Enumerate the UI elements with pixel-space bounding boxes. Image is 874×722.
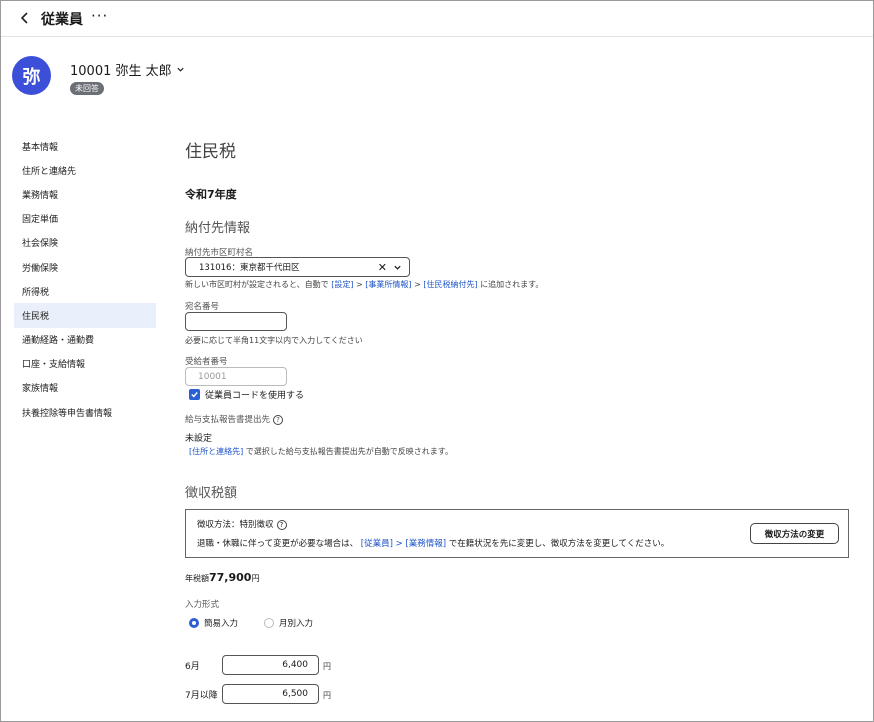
report-destination-label: 給与支払報告書提出先?	[185, 413, 284, 425]
sidebar-item-bank-payment[interactable]: 口座・支給情報	[14, 352, 156, 376]
section-title: 住民税	[185, 142, 236, 162]
resident-tax-dest-link[interactable]: [住民税納付先]	[423, 280, 477, 289]
report-note-text: で選択した給与支払報告書提出先が自動で反映されます。	[245, 447, 453, 456]
july-onward-unit: 円	[323, 691, 331, 700]
radio-monthly-input[interactable]: 月別入力	[264, 617, 313, 629]
collection-method-text: 徴収方法：特別徴収	[197, 520, 274, 530]
use-employee-code-label[interactable]: 従業員コードを使用する	[205, 388, 304, 401]
settings-link[interactable]: [設定]	[331, 280, 353, 289]
address-contact-link[interactable]: [住所と連絡先]	[189, 447, 243, 456]
june-label: 6月	[185, 662, 200, 672]
method-note-text: で在籍状況を先に変更し、徴収方法を変更してください。	[448, 539, 670, 549]
sidebar-item-social-insurance[interactable]: 社会保険	[14, 231, 156, 255]
sidebar-item-address-contact[interactable]: 住所と連絡先	[14, 158, 156, 182]
payee-heading: 納付先情報	[185, 221, 251, 236]
tax-heading: 徴収税額	[185, 486, 238, 501]
radio-monthly-label: 月別入力	[279, 619, 314, 629]
fiscal-year: 令和7年度	[185, 188, 237, 201]
sidebar-item-work-info[interactable]: 業務情報	[14, 182, 156, 206]
note-text: に追加されます。	[480, 280, 544, 289]
addressee-number-input[interactable]	[185, 312, 287, 331]
chevron-left-icon[interactable]	[17, 10, 33, 26]
sidebar-item-family[interactable]: 家族情報	[14, 376, 156, 400]
note-separator: >	[414, 280, 421, 289]
municipality-value: 131016：東京都千代田区	[199, 263, 300, 273]
method-separator: >	[395, 539, 403, 549]
radio-simple-input[interactable]: 簡易入力	[189, 617, 238, 629]
work-info-link[interactable]: [業務情報]	[405, 539, 446, 549]
employee-link[interactable]: [従業員]	[361, 539, 393, 549]
annual-tax-label: 年税額	[185, 574, 209, 583]
report-destination-note: [住所と連絡先] で選択した給与支払報告書提出先が自動で反映されます。	[189, 446, 453, 457]
sidebar-item-labor-insurance[interactable]: 労働保険	[14, 255, 156, 279]
radio-selected-icon[interactable]	[189, 618, 199, 628]
municipality-select[interactable]: 131016：東京都千代田区 ✕	[185, 257, 410, 277]
addressee-number-hint: 必要に応じて半角11文字以内で入力してください	[185, 336, 363, 345]
june-amount-input[interactable]: 6,400	[222, 655, 319, 675]
recipient-number-label: 受給者番号	[185, 357, 228, 367]
municipality-note: 新しい市区町村が設定されると、自動で [設定] > [事業所情報] > [住民税…	[185, 279, 543, 290]
office-info-link[interactable]: [事業所情報]	[365, 280, 411, 289]
more-icon[interactable]: ···	[91, 7, 108, 25]
employee-selector[interactable]: 10001 弥生 太郎	[70, 60, 185, 79]
sidebar-item-commute[interactable]: 通勤経路・通勤費	[14, 328, 156, 352]
change-collection-method-button[interactable]: 徴収方法の変更	[750, 523, 839, 544]
sidebar-item-fixed-rate[interactable]: 固定単価	[14, 207, 156, 231]
clear-icon[interactable]: ✕	[378, 261, 387, 274]
sidebar-item-dependent-declaration[interactable]: 扶養控除等申告書情報	[14, 400, 156, 424]
annual-tax-value: 77,900	[209, 571, 252, 584]
help-icon[interactable]: ?	[276, 519, 287, 530]
annual-tax-unit: 円	[251, 574, 260, 583]
report-destination-value: 未設定	[185, 434, 213, 444]
note-text: 新しい市区町村が設定されると、自動で	[185, 280, 329, 289]
check-icon	[191, 392, 198, 398]
method-note-text: 退職・休職に伴って変更が必要な場合は、	[197, 539, 359, 549]
input-type-label: 入力形式	[185, 600, 220, 610]
collection-method-note: 退職・休職に伴って変更が必要な場合は、 [従業員] > [業務情報] で在籍状況…	[197, 537, 669, 549]
chevron-down-icon[interactable]	[393, 263, 402, 272]
sidebar-item-income-tax[interactable]: 所得税	[14, 279, 156, 303]
status-badge: 未回答	[70, 82, 104, 95]
june-unit: 円	[323, 662, 331, 671]
note-separator: >	[356, 280, 363, 289]
use-employee-code-checkbox[interactable]	[189, 389, 200, 400]
chevron-down-icon	[177, 67, 184, 72]
sidebar-item-resident-tax[interactable]: 住民税	[14, 303, 156, 328]
help-icon[interactable]: ?	[273, 414, 284, 425]
addressee-number-label: 宛名番号	[185, 302, 220, 312]
top-bar: 従業員 ···	[1, 1, 873, 37]
sidebar-item-basic-info[interactable]: 基本情報	[14, 134, 156, 158]
report-destination-text: 給与支払報告書提出先	[185, 415, 271, 425]
recipient-number-input[interactable]: 10001	[185, 367, 287, 386]
july-onward-label: 7月以降	[185, 691, 218, 701]
collection-method-box: 徴収方法：特別徴収? 退職・休職に伴って変更が必要な場合は、 [従業員] > […	[185, 509, 849, 558]
radio-simple-label: 簡易入力	[204, 619, 239, 629]
july-onward-amount-input[interactable]: 6,500	[222, 684, 319, 704]
radio-unselected-icon[interactable]	[264, 618, 274, 628]
collection-method: 徴収方法：特別徴収?	[197, 518, 287, 530]
avatar: 弥	[12, 56, 51, 95]
annual-tax: 年税額77,900円	[185, 571, 259, 584]
page-title: 従業員	[41, 12, 83, 28]
employee-name: 10001 弥生 太郎	[70, 64, 172, 79]
sidebar-nav: 基本情報 住所と連絡先 業務情報 固定単価 社会保険 労働保険 所得税 住民税 …	[14, 134, 156, 424]
